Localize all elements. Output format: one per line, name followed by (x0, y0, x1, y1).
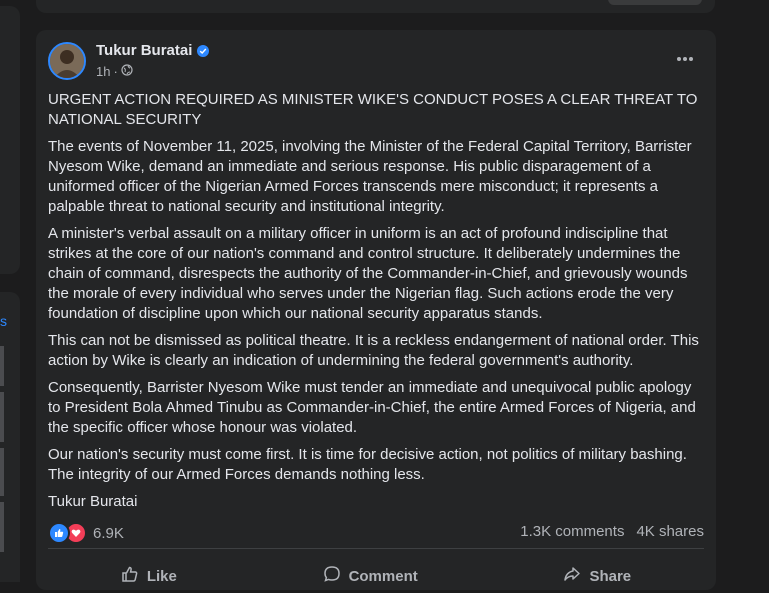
more-dot-icon (677, 57, 681, 61)
more-dot-icon (683, 57, 687, 61)
comment-button[interactable]: Comment (303, 559, 438, 593)
post-card: Tukur Buratai 1h · URGENT ACTION REQUIRE… (36, 30, 716, 590)
author-name[interactable]: Tukur Buratai (96, 42, 192, 59)
like-reaction-icon (48, 522, 70, 544)
engagement-stats: 1.3K comments 4K shares (520, 523, 704, 540)
reactions-summary[interactable]: 6.9K (48, 522, 124, 544)
left-thumbnail[interactable] (0, 502, 4, 552)
verified-badge-icon (197, 44, 210, 57)
comment-label: Comment (348, 567, 418, 585)
left-thumbnail[interactable] (0, 346, 4, 386)
divider (48, 548, 704, 549)
share-button[interactable]: Share (543, 559, 651, 593)
action-bar: Like Comment Share (48, 551, 704, 591)
post-headline: URGENT ACTION REQUIRED AS MINISTER WIKE'… (48, 91, 698, 128)
thumbs-up-icon (121, 565, 139, 587)
avatar[interactable] (48, 42, 86, 80)
reaction-count: 6.9K (93, 524, 124, 542)
globe-icon (121, 64, 133, 79)
previous-post-button[interactable] (608, 0, 702, 5)
more-options-button[interactable] (670, 49, 700, 69)
comments-count[interactable]: 1.3K comments (520, 523, 624, 540)
author-header: Tukur Buratai (96, 42, 210, 59)
share-icon (563, 565, 581, 587)
left-thumbnail[interactable] (0, 448, 4, 496)
left-thumbnail[interactable] (0, 392, 4, 442)
meta-separator: · (113, 64, 118, 79)
post-paragraph: A minister's verbal assault on a militar… (48, 225, 688, 322)
like-button[interactable]: Like (101, 559, 197, 593)
shares-count[interactable]: 4K shares (636, 523, 704, 540)
post-meta: 1h · (96, 64, 133, 79)
more-dot-icon (689, 57, 693, 61)
left-sidebar-card (0, 6, 20, 274)
post-paragraph: Consequently, Barrister Nyesom Wike must… (48, 379, 696, 436)
left-sidebar-link[interactable]: s (0, 313, 7, 329)
post-body: URGENT ACTION REQUIRED AS MINISTER WIKE'… (48, 90, 706, 519)
post-paragraph: Our nation's security must come first. I… (48, 446, 687, 483)
share-label: Share (589, 567, 632, 585)
post-signature: Tukur Buratai (48, 493, 138, 510)
post-time[interactable]: 1h (96, 64, 110, 79)
comment-icon (323, 565, 341, 587)
like-label: Like (146, 567, 177, 585)
post-paragraph: This can not be dismissed as political t… (48, 332, 699, 369)
post-paragraph: The events of November 11, 2025, involvi… (48, 138, 692, 215)
